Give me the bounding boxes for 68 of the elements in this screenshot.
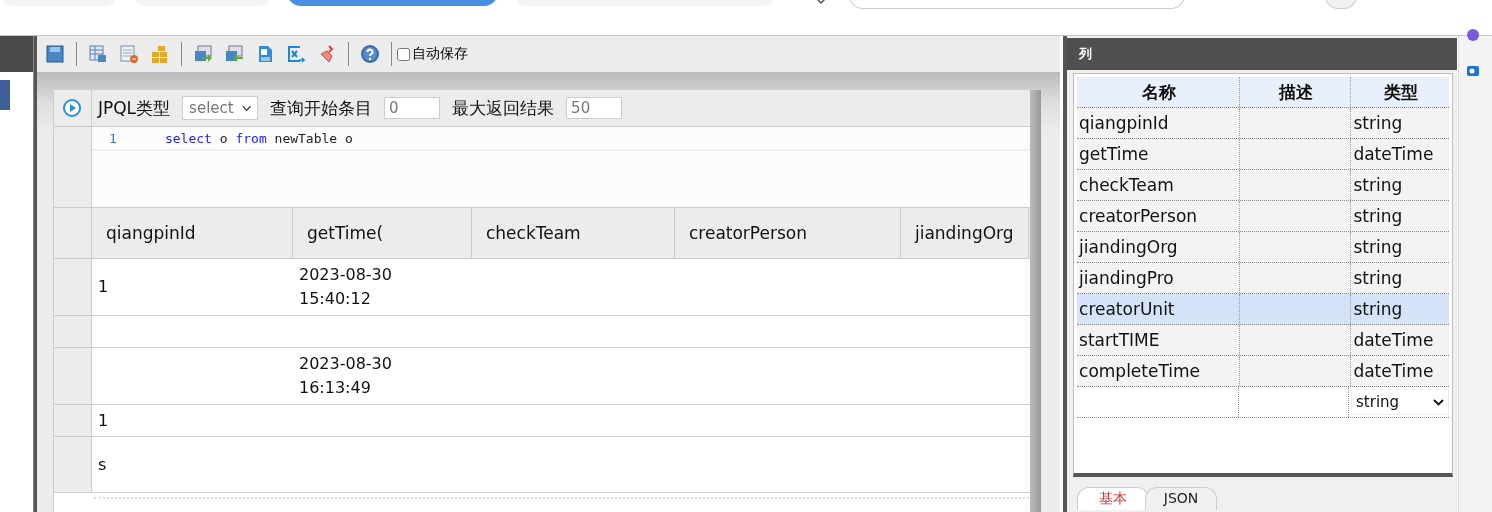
max-results-label: 最大返回结果: [452, 96, 555, 120]
type-select[interactable]: string: [1351, 389, 1450, 415]
table-cell-text: 1: [97, 409, 109, 432]
save-icon[interactable]: [44, 44, 65, 64]
table-delete-icon[interactable]: [118, 44, 139, 64]
column-header[interactable]: checkTeam: [471, 208, 675, 258]
bricks-icon[interactable]: [149, 44, 170, 64]
field-type: dateTime: [1353, 144, 1434, 164]
autosave-checkbox[interactable]: [396, 47, 410, 61]
panel-title: 列: [1067, 38, 1458, 70]
chevron-icon: [241, 104, 252, 112]
table-cell-text: 2023-08-30 16:13:49: [298, 353, 393, 399]
field-type: string: [1353, 175, 1403, 195]
jpql-type-select[interactable]: select: [182, 96, 259, 120]
app-icon[interactable]: [1466, 28, 1481, 42]
import-icon[interactable]: [223, 44, 244, 64]
field-row[interactable]: getTime dateTime: [1077, 139, 1450, 170]
field-name: creatorPerson: [1079, 206, 1198, 226]
autosave-label: 自动保存: [411, 45, 468, 63]
table-cell-text: 1: [97, 276, 109, 298]
field-type: string: [1353, 299, 1403, 319]
start-row-field[interactable]: 0: [384, 97, 441, 119]
field-row[interactable]: jiandingPro string: [1077, 263, 1450, 294]
max-results-field[interactable]: 50: [566, 97, 623, 119]
panel-tab[interactable]: JSON: [1145, 487, 1218, 510]
column-header: 类型: [1383, 80, 1420, 104]
field-name: startTIME: [1079, 330, 1160, 350]
field-name: completeTime: [1079, 361, 1201, 381]
field-name: checkTeam: [1079, 175, 1174, 195]
field-type: string: [1353, 268, 1403, 288]
field-type: string: [1353, 206, 1403, 226]
run-icon[interactable]: [61, 98, 82, 118]
field-row[interactable]: qiangpinId string: [1077, 108, 1450, 139]
field-row[interactable]: completeTime dateTime: [1077, 356, 1450, 387]
chevron-icon: [1433, 398, 1445, 406]
field-name: qiangpinId: [1079, 113, 1169, 133]
field-type: string: [1353, 113, 1403, 133]
field-name: getTime: [1079, 144, 1149, 164]
excel-icon[interactable]: [285, 44, 306, 64]
column-header[interactable]: qiangpinId: [91, 208, 293, 258]
column-header[interactable]: jiandingOrg: [900, 208, 1029, 258]
field-name: jiandingPro: [1079, 268, 1174, 288]
field-type: dateTime: [1353, 361, 1434, 381]
scrollbar[interactable]: [1030, 90, 1042, 512]
export-icon[interactable]: [192, 44, 213, 64]
line-number: 1: [107, 130, 118, 146]
field-name: jiandingOrg: [1079, 237, 1178, 257]
column-header: 描述: [1240, 77, 1352, 107]
field-row[interactable]: jiandingOrg string: [1077, 232, 1450, 263]
jpql-type-label: JPQL类型: [97, 96, 171, 120]
start-row-label: 查询开始条目: [270, 96, 373, 120]
chevron-icon[interactable]: [816, 0, 826, 5]
field-row[interactable]: checkTeam string: [1077, 170, 1450, 201]
field-type: string: [1353, 237, 1403, 257]
field-row[interactable]: creatorPerson string: [1077, 201, 1450, 232]
table-cell-text: s: [97, 453, 107, 476]
help-icon[interactable]: [359, 44, 380, 64]
column-header[interactable]: getTime(: [292, 208, 472, 258]
field-row[interactable]: startTIME dateTime: [1077, 325, 1450, 356]
table-cell-text: 2023-08-30 15:40:12: [298, 264, 393, 310]
mail-icon[interactable]: [1466, 64, 1481, 78]
table-save-icon[interactable]: [87, 44, 108, 64]
field-name: creatorUnit: [1079, 299, 1175, 319]
field-row[interactable]: creatorUnit string: [1077, 294, 1450, 325]
column-header: 名称: [1077, 77, 1241, 107]
column-header[interactable]: creatorPerson: [674, 208, 901, 258]
field-type: dateTime: [1353, 330, 1434, 350]
code-line[interactable]: select o from newTable o: [164, 130, 353, 146]
